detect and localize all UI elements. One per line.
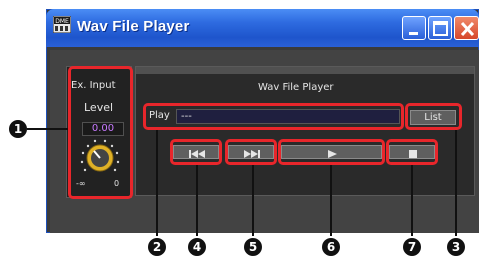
callout-3: 3: [447, 238, 465, 256]
leader-line-4: [196, 165, 198, 236]
leader-line-6: [330, 165, 332, 236]
maximize-button[interactable]: [428, 16, 452, 40]
svg-text:DME: DME: [55, 18, 69, 25]
leader-line-3: [455, 130, 457, 236]
app-icon: DME: [53, 16, 71, 33]
leader-line-1: [27, 128, 68, 130]
player-panel-header: [136, 67, 474, 74]
maximize-icon: [433, 21, 448, 36]
leader-line-5: [252, 165, 254, 236]
callout-5: 5: [244, 238, 262, 256]
highlight-box-list: [405, 103, 462, 130]
leader-line-7: [411, 165, 413, 236]
player-title: Wav File Player: [258, 82, 334, 93]
callout-7: 7: [403, 238, 421, 256]
highlight-box-prev: [170, 139, 222, 165]
close-icon: [460, 21, 475, 37]
callout-4: 4: [188, 238, 206, 256]
window-title: Wav File Player: [77, 18, 190, 35]
minimize-button[interactable]: [402, 16, 426, 40]
minimize-icon: [409, 32, 418, 35]
highlight-box-next: [225, 139, 277, 165]
leader-line-2: [156, 130, 158, 236]
callout-6: 6: [322, 238, 340, 256]
highlight-box-input: [68, 66, 133, 199]
highlight-box-play-field: [143, 103, 404, 130]
callout-1: 1: [9, 120, 27, 138]
highlight-box-play: [278, 139, 385, 165]
highlight-box-stop: [386, 139, 438, 165]
close-button[interactable]: [454, 16, 479, 40]
callout-2: 2: [148, 238, 166, 256]
